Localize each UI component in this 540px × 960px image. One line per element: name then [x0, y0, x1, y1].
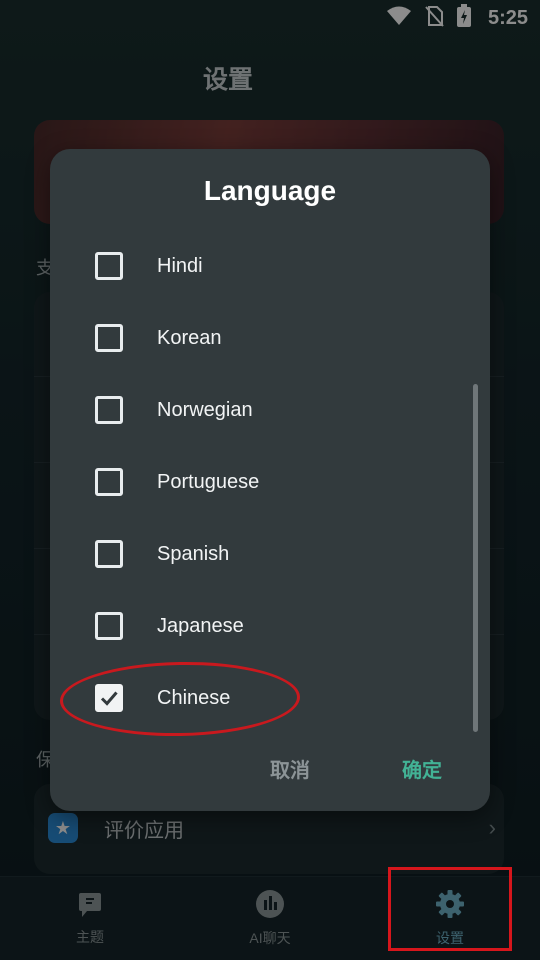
- option-label: Japanese: [157, 614, 244, 637]
- checkbox[interactable]: [95, 612, 123, 640]
- checkbox[interactable]: [95, 396, 123, 424]
- language-option-norwegian[interactable]: Norwegian: [50, 374, 470, 446]
- option-label: Portuguese: [157, 470, 260, 493]
- option-label: Spanish: [157, 542, 230, 565]
- dialog-actions: 取消 确定: [50, 745, 490, 791]
- language-option-hindi[interactable]: Hindi: [50, 230, 470, 302]
- language-option-japanese[interactable]: Japanese: [50, 590, 470, 662]
- option-label: Hindi: [157, 254, 203, 277]
- language-option-portuguese[interactable]: Portuguese: [50, 446, 470, 518]
- checkbox[interactable]: [95, 468, 123, 496]
- annotation-highlight-box: [388, 867, 512, 951]
- dialog-title: Language: [203, 175, 337, 206]
- language-option-spanish[interactable]: Spanish: [50, 518, 470, 590]
- option-label: Norwegian: [157, 398, 253, 421]
- checkbox[interactable]: [95, 540, 123, 568]
- checkbox[interactable]: [95, 252, 123, 280]
- language-option-korean[interactable]: Korean: [50, 302, 470, 374]
- confirm-button[interactable]: 确定: [382, 745, 462, 791]
- cancel-button[interactable]: 取消: [250, 745, 330, 791]
- dialog-scrollbar[interactable]: [473, 384, 478, 732]
- option-label: Korean: [157, 326, 222, 349]
- checkbox[interactable]: [95, 324, 123, 352]
